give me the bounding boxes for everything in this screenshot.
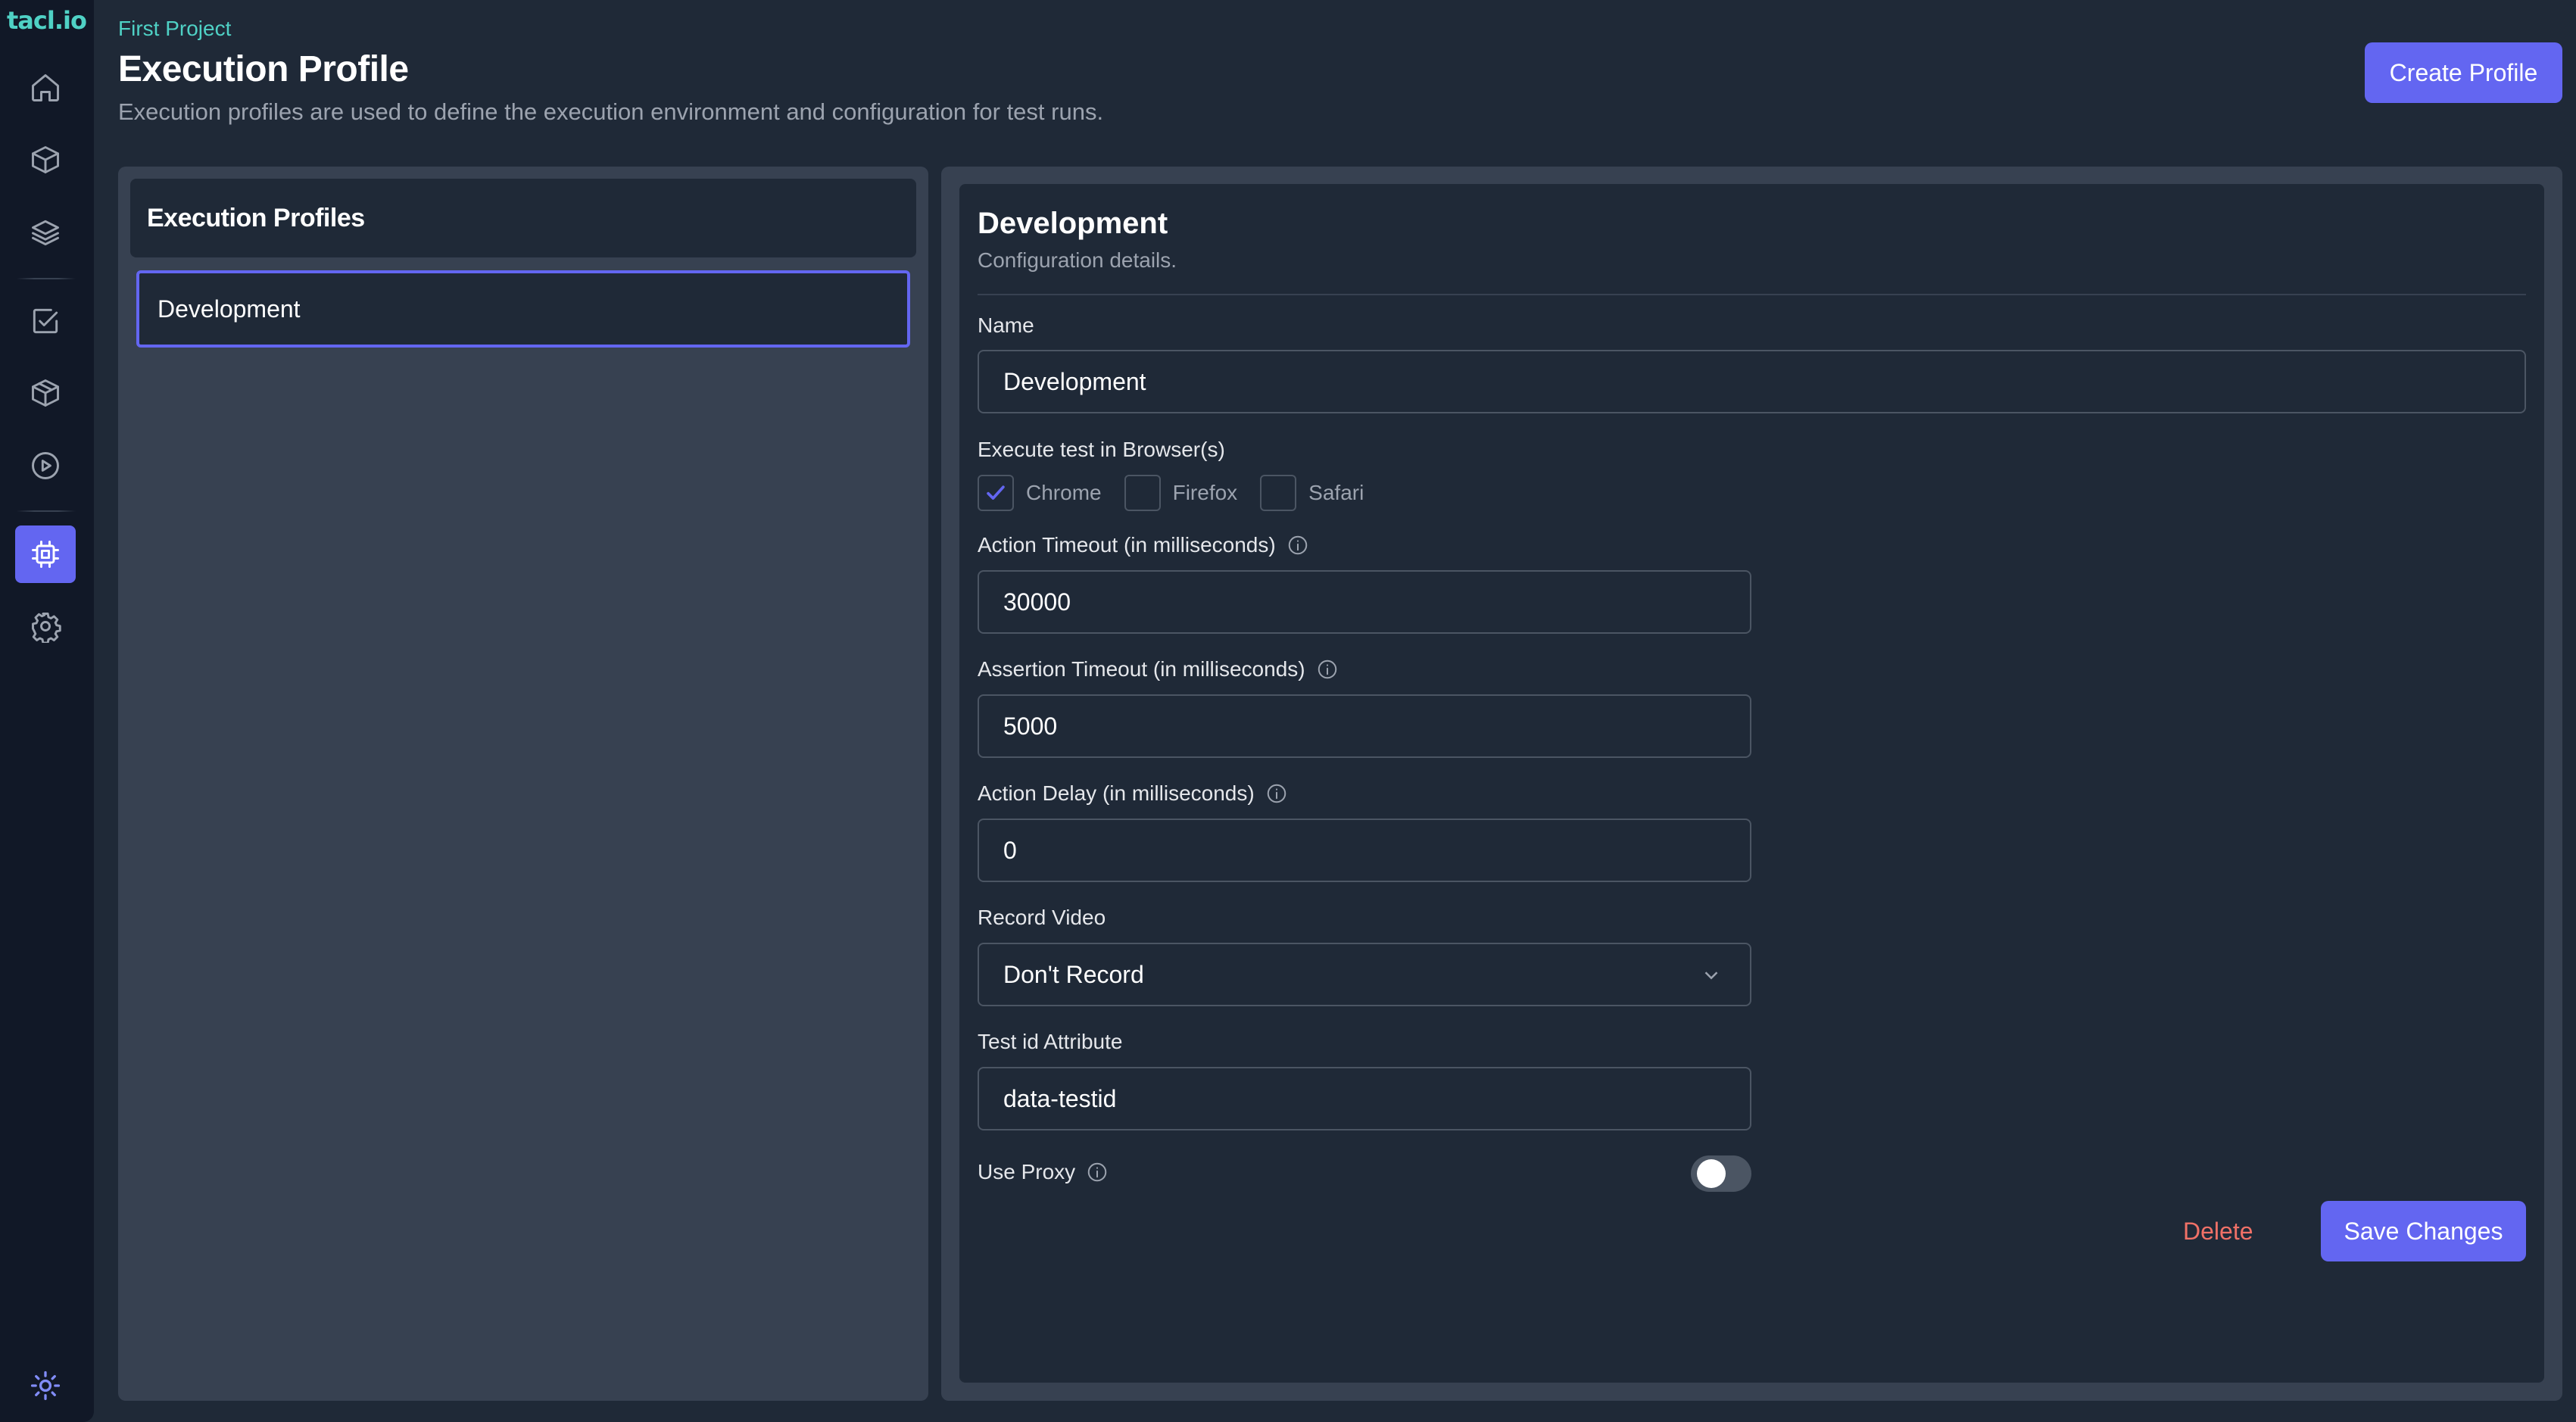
name-label: Name xyxy=(978,313,1034,338)
chip-icon xyxy=(32,541,59,568)
assertion-timeout-input[interactable] xyxy=(978,694,1751,758)
toggle-knob xyxy=(1697,1159,1726,1188)
info-icon[interactable] xyxy=(1316,658,1339,681)
assertion-timeout-label-text: Assertion Timeout (in milliseconds) xyxy=(978,657,1305,681)
home-icon xyxy=(32,74,59,101)
chevron-down-icon xyxy=(1700,964,1723,987)
gear-icon xyxy=(32,613,61,643)
browser-checkbox-group: Chrome Firefox Safari xyxy=(978,474,1386,512)
profiles-list-title: Execution Profiles xyxy=(130,179,916,257)
sidebar-item-test-cases[interactable] xyxy=(15,292,76,350)
sidebar-item-components[interactable] xyxy=(15,131,76,189)
profile-list-item[interactable]: Development xyxy=(136,270,910,348)
action-timeout-input[interactable] xyxy=(978,570,1751,634)
profile-detail-panel: Development Configuration details. Name … xyxy=(941,167,2562,1401)
cube-icon xyxy=(32,146,59,173)
checkbox-box[interactable] xyxy=(1260,475,1297,511)
sidebar-item-packages[interactable] xyxy=(15,364,76,422)
delete-button[interactable]: Delete xyxy=(2183,1208,2253,1254)
record-video-label: Record Video xyxy=(978,906,1106,930)
play-icon xyxy=(32,452,59,479)
record-video-value: Don't Record xyxy=(1003,960,1144,988)
action-delay-label: Action Delay (in milliseconds) xyxy=(978,781,1288,806)
name-label-text: Name xyxy=(978,313,1034,337)
checkmark-icon xyxy=(987,485,1005,500)
divider xyxy=(978,294,2526,295)
checkbox-box[interactable] xyxy=(978,475,1014,511)
info-icon[interactable] xyxy=(1265,782,1288,805)
checkbox-label: Firefox xyxy=(1172,481,1238,504)
page-title: Execution Profile xyxy=(118,49,409,89)
save-changes-button[interactable]: Save Changes xyxy=(2321,1201,2526,1261)
assertion-timeout-label: Assertion Timeout (in milliseconds) xyxy=(978,657,1339,681)
action-delay-input[interactable] xyxy=(978,819,1751,882)
action-delay-label-text: Action Delay (in milliseconds) xyxy=(978,781,1255,805)
browsers-label: Execute test in Browser(s) xyxy=(978,438,1225,462)
checkbox-box[interactable] xyxy=(1124,475,1161,511)
checkbox-label: Chrome xyxy=(1026,481,1102,504)
name-input[interactable] xyxy=(978,350,2526,413)
test-id-attribute-input[interactable] xyxy=(978,1067,1751,1130)
action-timeout-label-text: Action Timeout (in milliseconds) xyxy=(978,533,1276,557)
breadcrumb-project[interactable]: First Project xyxy=(118,17,231,41)
sidebar-item-runs[interactable] xyxy=(15,437,76,494)
detail-subtitle: Configuration details. xyxy=(978,248,1177,272)
package-icon xyxy=(32,379,59,407)
sidebar-item-settings[interactable] xyxy=(15,597,76,655)
use-proxy-label-text: Use Proxy xyxy=(978,1160,1076,1183)
checkbox-firefox[interactable]: Firefox xyxy=(1124,475,1238,511)
layers-icon xyxy=(32,220,59,246)
sidebar-divider xyxy=(17,510,76,512)
sun-icon xyxy=(30,1371,61,1401)
record-video-select[interactable]: Don't Record xyxy=(978,943,1751,1006)
record-video-label-text: Record Video xyxy=(978,906,1106,929)
sidebar-item-layers[interactable] xyxy=(15,204,76,261)
sidebar-item-execution-profile[interactable] xyxy=(15,525,76,583)
browsers-label-text: Execute test in Browser(s) xyxy=(978,438,1225,461)
theme-toggle-button[interactable] xyxy=(29,1369,62,1402)
checkbox-icon xyxy=(33,308,58,334)
info-icon[interactable] xyxy=(1086,1161,1109,1183)
checkbox-chrome[interactable]: Chrome xyxy=(978,475,1102,511)
checkbox-safari[interactable]: Safari xyxy=(1260,475,1364,511)
info-icon[interactable] xyxy=(1286,534,1309,557)
action-timeout-label: Action Timeout (in milliseconds) xyxy=(978,533,1309,557)
sidebar-divider xyxy=(17,278,76,279)
test-id-attribute-label-text: Test id Attribute xyxy=(978,1030,1123,1053)
checkbox-label: Safari xyxy=(1308,481,1364,504)
test-id-attribute-label: Test id Attribute xyxy=(978,1030,1122,1054)
page-subtitle: Execution profiles are used to define th… xyxy=(118,98,1104,125)
app-logo[interactable]: tacl.io xyxy=(7,6,87,35)
create-profile-button[interactable]: Create Profile xyxy=(2365,42,2562,103)
use-proxy-label: Use Proxy xyxy=(978,1160,1109,1184)
use-proxy-toggle[interactable] xyxy=(1691,1155,1751,1192)
sidebar-item-home[interactable] xyxy=(15,59,76,117)
detail-title: Development xyxy=(978,207,1168,240)
profile-detail-card: Development Configuration details. Name … xyxy=(959,184,2544,1383)
profiles-list-panel: Execution Profiles Development xyxy=(118,167,928,1401)
sidebar: tacl.io xyxy=(0,0,94,1422)
